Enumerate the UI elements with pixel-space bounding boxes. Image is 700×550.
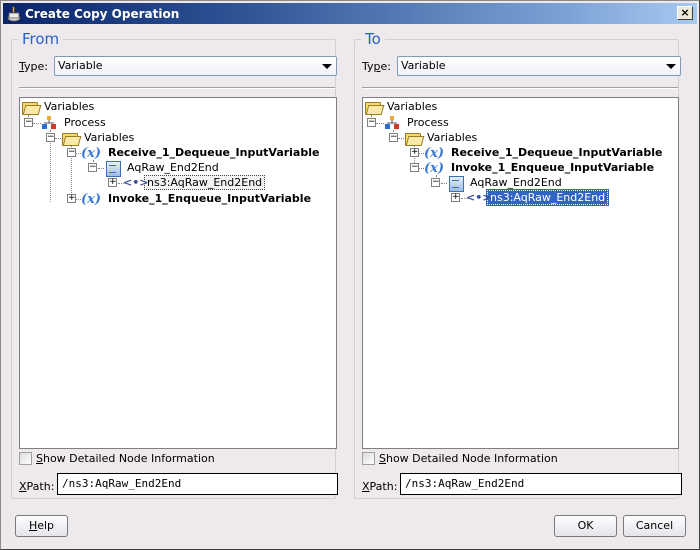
tree-connector [33,123,41,124]
to-show-detail-label: Show Detailed Node Information [379,452,558,465]
help-button[interactable]: Help [15,515,68,537]
to-type-value: Variable [401,59,446,72]
expand-toggle[interactable]: + [108,178,117,187]
tree-node[interactable]: (x) Invoke_1_Enqueue_InputVariable [81,191,313,207]
from-type-value: Variable [58,59,103,72]
collapse-toggle[interactable]: − [24,118,33,127]
from-type-select[interactable]: Variable [54,56,337,76]
to-xpath-label: XPath: [362,480,398,493]
process-icon [41,115,59,130]
from-type-label: Type: [19,60,48,73]
variable-icon: (x) [81,191,102,207]
tree-node[interactable]: Variables [404,130,479,146]
close-button[interactable]: × [677,6,693,20]
from-variable-tree[interactable]: Variables − Process − Variables − (x) Re… [19,97,337,449]
divider [19,87,335,89]
to-panel: To Type: Variable Variables − Process − … [354,30,682,499]
java-cup-icon [6,5,22,22]
collapse-toggle[interactable]: − [431,178,440,187]
variable-icon: (x) [424,145,445,161]
window-title: Create Copy Operation [25,6,180,21]
collapse-toggle[interactable]: − [46,133,55,142]
tree-node[interactable]: AqRaw_End2End [447,175,564,192]
close-icon: × [680,6,690,19]
collapse-toggle[interactable]: − [88,163,97,172]
expand-toggle[interactable]: + [67,194,76,203]
message-part-icon [104,160,122,177]
tree-node[interactable]: <•> ns3:AqRaw_End2End [466,189,610,206]
from-show-detail-checkbox[interactable] [19,452,32,465]
tree-node[interactable]: (x) Receive_1_Dequeue_InputVariable [81,145,321,161]
to-legend: To [361,30,385,48]
to-variable-tree[interactable]: Variables − Process − Variables + (x) Re… [362,97,679,449]
tree-node[interactable]: Variables [61,130,136,146]
to-type-select[interactable]: Variable [397,56,681,76]
from-xpath-field[interactable]: /ns3:AqRaw_End2End [57,473,338,495]
create-copy-operation-dialog: Create Copy Operation × From Type: Varia… [0,0,700,550]
from-legend: From [18,30,64,48]
collapse-toggle[interactable]: − [389,133,398,142]
expand-toggle[interactable]: + [451,193,460,202]
element-icon: <•> [466,190,492,204]
tree-connector [376,123,384,124]
process-icon [384,115,402,130]
title-bar[interactable]: Create Copy Operation × [3,3,697,24]
folder-icon [61,131,79,146]
from-panel: From Type: Variable Variables − Process … [11,30,338,499]
tree-node[interactable]: <•> ns3:AqRaw_End2End [123,175,266,190]
tree-node[interactable]: Variables [364,99,439,115]
folder-icon [364,100,382,115]
tree-node[interactable]: (x) Invoke_1_Enqueue_InputVariable [424,160,656,176]
from-show-detail-row[interactable]: Show Detailed Node Information [19,452,215,465]
tree-node[interactable]: (x) Receive_1_Dequeue_InputVariable [424,145,664,161]
tree-node[interactable]: Process [384,115,451,130]
to-xpath-field[interactable]: /ns3:AqRaw_End2End [400,473,682,495]
expand-toggle[interactable]: + [410,148,419,157]
tree-node[interactable]: AqRaw_End2End [104,160,221,177]
divider [362,87,678,89]
to-show-detail-checkbox[interactable] [362,452,375,465]
to-type-label: Type: [362,60,391,73]
collapse-toggle[interactable]: − [410,163,419,172]
folder-icon [404,131,422,146]
variable-icon: (x) [81,145,102,161]
ok-button[interactable]: OK [554,515,617,537]
to-show-detail-row[interactable]: Show Detailed Node Information [362,452,558,465]
from-xpath-label: XPath: [19,480,55,493]
cancel-button[interactable]: Cancel [623,515,686,537]
folder-icon [21,100,39,115]
variable-icon: (x) [424,160,445,176]
tree-node[interactable]: Variables [21,99,96,115]
from-show-detail-label: Show Detailed Node Information [36,452,215,465]
tree-node[interactable]: Process [41,115,108,130]
element-icon: <•> [123,175,149,189]
collapse-toggle[interactable]: − [367,118,376,127]
chevron-down-icon [666,64,676,69]
message-part-icon [447,175,465,192]
chevron-down-icon [322,64,332,69]
collapse-toggle[interactable]: − [67,148,76,157]
